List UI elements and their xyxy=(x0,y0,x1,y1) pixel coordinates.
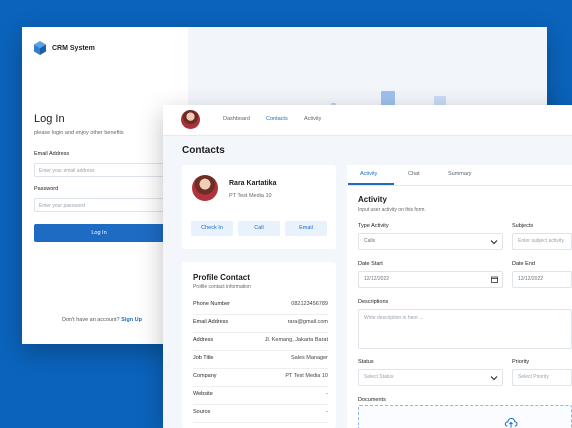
calendar-icon xyxy=(491,276,498,283)
priority-label: Priority xyxy=(512,359,530,365)
row-value: - xyxy=(326,391,328,397)
call-button[interactable]: Call xyxy=(238,221,280,236)
row-value: 082123456789 xyxy=(291,301,328,307)
signup-link[interactable]: Sign Up xyxy=(121,317,142,323)
password-field[interactable]: Enter your password xyxy=(34,198,164,212)
row-key: Website xyxy=(193,391,213,397)
row-key: Email Address xyxy=(193,319,229,325)
email-field[interactable]: Enter your email address xyxy=(34,163,164,177)
login-title: Log In xyxy=(34,113,65,125)
status-label: Status xyxy=(358,359,374,365)
top-navigation: Dashboard Contacts Activity xyxy=(163,105,572,136)
brand-name: CRM System xyxy=(52,44,95,52)
nav-dashboard[interactable]: Dashboard xyxy=(223,116,250,122)
row-value: rara@gmail.com xyxy=(287,319,328,325)
signup-prompt-text: Don't have an account? xyxy=(62,317,120,323)
email-button[interactable]: Email xyxy=(285,221,327,236)
table-row: Job Title Sales Manager xyxy=(193,350,328,369)
profile-company: PT Test Media 10 xyxy=(229,193,272,199)
nav-activity[interactable]: Activity xyxy=(304,116,321,122)
avatar xyxy=(192,175,218,201)
activity-panel xyxy=(347,165,572,428)
row-key: Source xyxy=(193,409,211,415)
date-end-value: 12/12/2022 xyxy=(518,276,544,282)
row-value: Jl. Kemang, Jakarta Barat xyxy=(264,337,328,343)
nav-contacts[interactable]: Contacts xyxy=(266,116,288,122)
date-start-label: Date Start xyxy=(358,261,383,267)
table-row: Source - xyxy=(193,404,328,423)
signup-prompt: Don't have an account? Sign Up xyxy=(62,317,142,323)
subjects-label: Subjects xyxy=(512,223,534,229)
row-key: Company xyxy=(193,373,217,379)
profile-contact-card: Profile Contact Profile contact informat… xyxy=(182,262,336,428)
row-key: Address xyxy=(193,337,214,343)
status-select[interactable]: Select Status xyxy=(358,369,503,386)
row-key: Job Title xyxy=(193,355,214,361)
row-value: PT Test Media 10 xyxy=(285,373,328,379)
chevron-down-icon xyxy=(490,240,498,245)
tab-summary[interactable]: Summary xyxy=(448,171,472,177)
active-tab-indicator xyxy=(348,183,394,185)
login-subtitle: please login and enjoy other benefits xyxy=(34,130,124,136)
activity-subtitle: Input user activity on this form. xyxy=(358,207,426,213)
profile-name: Rara Kartatika xyxy=(229,180,277,187)
cube-logo-icon xyxy=(34,41,46,55)
descriptions-textarea[interactable]: Write description in here ... xyxy=(358,309,572,349)
table-row: Phone Number 082123456789 xyxy=(193,296,328,315)
activity-title: Activity xyxy=(358,195,387,204)
table-row: Company PT Test Media 10 xyxy=(193,368,328,387)
login-button[interactable]: Log In xyxy=(34,224,164,242)
email-label: Email Address xyxy=(34,151,70,157)
brand: CRM System xyxy=(34,41,95,55)
date-start-value: 12/12/2022 xyxy=(364,276,390,282)
password-label: Password xyxy=(34,186,59,192)
subjects-input[interactable]: Enter subject activity xyxy=(512,233,572,250)
chevron-down-icon xyxy=(490,376,498,381)
tab-activity[interactable]: Activity xyxy=(360,171,377,177)
date-start-field[interactable]: 12/12/2022 xyxy=(358,271,503,288)
tab-chat[interactable]: Chat xyxy=(408,171,420,177)
profile-contact-title: Profile Contact xyxy=(193,273,250,282)
cloud-upload-icon xyxy=(504,417,518,428)
type-activity-select[interactable]: Calls xyxy=(358,233,503,250)
check-in-button[interactable]: Check In xyxy=(191,221,233,236)
profile-contact-subtitle: Profile contact information xyxy=(193,284,251,290)
documents-upload-zone[interactable] xyxy=(358,405,572,428)
page-title: Contacts xyxy=(182,145,225,156)
row-value: Sales Manager xyxy=(291,355,328,361)
date-end-field[interactable]: 12/12/2022 xyxy=(512,271,572,288)
type-activity-label: Type Activity xyxy=(358,223,389,229)
documents-label: Documents xyxy=(358,397,386,403)
priority-select[interactable]: Select Priority xyxy=(512,369,572,386)
descriptions-label: Descriptions xyxy=(358,299,389,305)
contacts-window: Dashboard Contacts Activity Contacts Rar… xyxy=(163,105,572,428)
status-placeholder: Select Status xyxy=(364,374,394,380)
avatar[interactable] xyxy=(181,110,200,129)
profile-card: Rara Kartatika PT Test Media 10 Check In… xyxy=(182,165,336,249)
row-key: Phone Number xyxy=(193,301,230,307)
table-row: Website - xyxy=(193,386,328,405)
date-end-label: Date End xyxy=(512,261,535,267)
table-row: Email Address rara@gmail.com xyxy=(193,314,328,333)
type-activity-value: Calls xyxy=(364,238,376,244)
table-row: Address Jl. Kemang, Jakarta Barat xyxy=(193,332,328,351)
row-value: - xyxy=(326,409,328,415)
